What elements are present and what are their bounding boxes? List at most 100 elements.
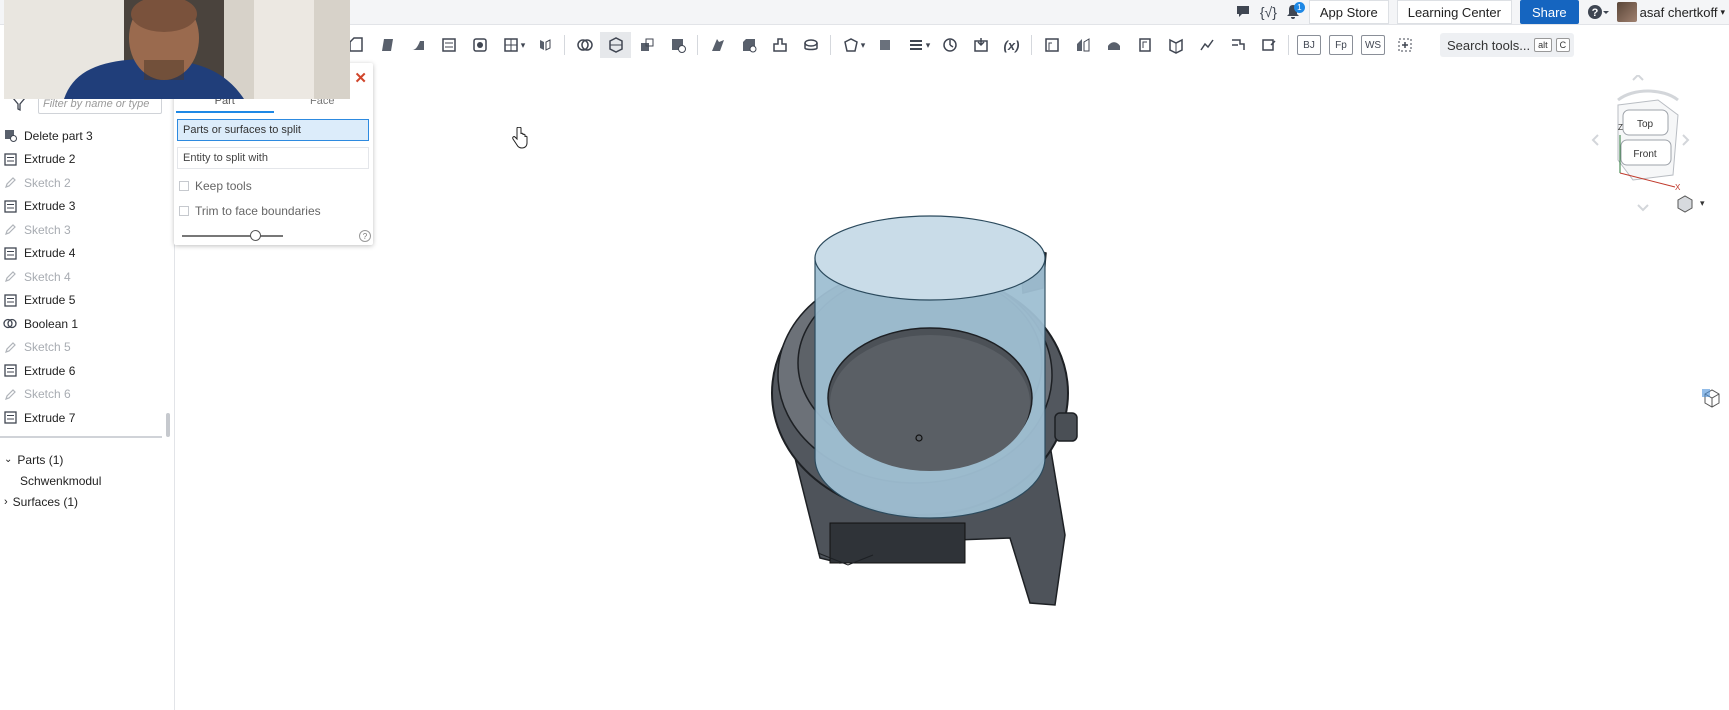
panel-divider[interactable] [0, 436, 162, 438]
mirror-icon[interactable] [529, 32, 560, 58]
feature-item[interactable]: Extrude 5 [0, 289, 170, 313]
sketch-pencil-icon [3, 270, 17, 284]
feature-label: Extrude 2 [24, 152, 76, 167]
chevron-down-icon[interactable]: ▾ [922, 32, 934, 58]
cube-front-label[interactable]: Front [1633, 149, 1657, 160]
feature-item[interactable]: Extrude 4 [0, 242, 170, 266]
chevron-down-icon[interactable]: ▾ [857, 32, 869, 58]
delete-part-icon [3, 129, 17, 143]
chevron-down-icon: ⌄ [4, 454, 13, 465]
feature-label: Delete part 3 [24, 128, 93, 143]
variable-icon[interactable]: (x) [996, 32, 1027, 58]
svg-text:▾: ▾ [1700, 198, 1705, 208]
transform-icon[interactable] [631, 32, 662, 58]
chevron-down-icon[interactable]: ▾ [517, 32, 529, 58]
kbd-alt: alt [1534, 38, 1552, 52]
notification-badge: 1 [1293, 2, 1305, 13]
feature-item[interactable]: Sketch 5 [0, 336, 170, 360]
header-right: {√} 1 App Store Learning Center Share ? … [1234, 0, 1729, 24]
chamfer-icon[interactable] [733, 32, 764, 58]
bj-icon[interactable]: BJ [1297, 35, 1321, 55]
feature-item[interactable]: Extrude 3 [0, 195, 170, 219]
help-icon[interactable]: ? [1587, 4, 1609, 20]
share-button[interactable]: Share [1519, 0, 1579, 24]
extrude-icon [3, 246, 17, 260]
measure-icon[interactable] [934, 32, 965, 58]
extrude-icon [3, 199, 17, 213]
sketch-pencil-icon [3, 387, 17, 401]
enclose-icon[interactable] [1222, 32, 1253, 58]
feature-label: Sketch 5 [24, 340, 71, 355]
feature-label: Sketch 2 [24, 175, 71, 190]
draft-icon[interactable] [764, 32, 795, 58]
feature-item[interactable]: Sketch 6 [0, 383, 170, 407]
toolbar-divider [564, 35, 565, 55]
rib-icon[interactable] [795, 32, 826, 58]
search-tools-button[interactable]: Search tools... alt C [1440, 33, 1574, 57]
replace-face-icon[interactable] [1098, 32, 1129, 58]
modify-fillet-icon[interactable] [1036, 32, 1067, 58]
fp-icon[interactable]: Fp [1329, 35, 1353, 55]
feature-item[interactable]: Sketch 3 [0, 218, 170, 242]
kbd-c: C [1555, 38, 1571, 52]
surfaces-header[interactable]: › Surfaces (1) [0, 491, 170, 512]
wrap-icon[interactable] [1253, 32, 1284, 58]
svg-text:?: ? [1591, 7, 1598, 19]
cube-top-label[interactable]: Top [1637, 119, 1654, 130]
feature-item[interactable]: Boolean 1 [0, 312, 170, 336]
fillet-icon[interactable] [702, 32, 733, 58]
parts-header[interactable]: ⌄ Parts (1) [0, 449, 170, 470]
extrude-icon [3, 411, 17, 425]
view-cube[interactable]: Top Front Z X ▾ [1578, 75, 1708, 215]
split-icon[interactable] [600, 32, 631, 58]
ws-icon[interactable]: WS [1361, 35, 1385, 55]
sweep-icon[interactable] [402, 32, 433, 58]
hole-icon[interactable] [464, 32, 495, 58]
feature-item[interactable]: Extrude 7 [0, 406, 170, 430]
part-item[interactable]: Schwenkmodul [0, 470, 170, 491]
boundary-surface-icon[interactable] [1160, 32, 1191, 58]
sketch-pencil-icon [3, 223, 17, 237]
feature-label: Extrude 3 [24, 199, 76, 214]
feature-label: Extrude 7 [24, 410, 76, 425]
add-custom-feature-icon[interactable] [1389, 32, 1420, 58]
feature-toolbar: ▾ ▾ ▾ (x) BJ Fp WS [340, 30, 1420, 60]
comments-icon[interactable] [1234, 3, 1252, 21]
move-face-icon[interactable] [1067, 32, 1098, 58]
3d-viewport[interactable] [175, 63, 1729, 710]
feature-list-scrollbar[interactable] [166, 413, 170, 437]
feature-item[interactable]: Sketch 4 [0, 265, 170, 289]
app-store-button[interactable]: App Store [1308, 0, 1389, 24]
parts-list: ⌄ Parts (1) Schwenkmodul › Surfaces (1) [0, 449, 170, 512]
import-icon[interactable] [965, 32, 996, 58]
variables-icon[interactable]: {√} [1260, 4, 1277, 20]
feature-label: Sketch 3 [24, 222, 71, 237]
sketch-pencil-icon [3, 176, 17, 190]
feature-label: Extrude 5 [24, 293, 76, 308]
feature-item[interactable]: Sketch 2 [0, 171, 170, 195]
shell-icon[interactable] [433, 32, 464, 58]
view-options-cube-icon[interactable] [1700, 386, 1724, 410]
user-menu[interactable]: asaf chertkoff ▾ [1616, 2, 1725, 22]
fill-icon[interactable] [1191, 32, 1222, 58]
feature-item[interactable]: Delete part 3 [0, 124, 170, 148]
learning-center-button[interactable]: Learning Center [1396, 0, 1512, 24]
sketch-pencil-icon [3, 340, 17, 354]
feature-label: Boolean 1 [24, 316, 79, 331]
feature-label: Extrude 4 [24, 246, 76, 261]
notifications-bell-icon[interactable]: 1 [1285, 2, 1305, 20]
part-name: Schwenkmodul [20, 473, 102, 488]
feature-item[interactable]: Extrude 2 [0, 148, 170, 172]
delete-part-icon[interactable] [662, 32, 693, 58]
offset-surface-icon[interactable] [1129, 32, 1160, 58]
boolean-icon [3, 317, 17, 331]
feature-label: Sketch 4 [24, 269, 71, 284]
thicken-icon[interactable] [371, 32, 402, 58]
boolean-icon[interactable] [569, 32, 600, 58]
parts-header-label: Parts (1) [17, 452, 64, 467]
user-name: asaf chertkoff [1639, 4, 1718, 20]
sheet-plane-icon[interactable] [869, 32, 900, 58]
feature-item[interactable]: Extrude 6 [0, 359, 170, 383]
toolbar-divider [1031, 35, 1032, 55]
hand-cursor-icon [512, 127, 528, 149]
